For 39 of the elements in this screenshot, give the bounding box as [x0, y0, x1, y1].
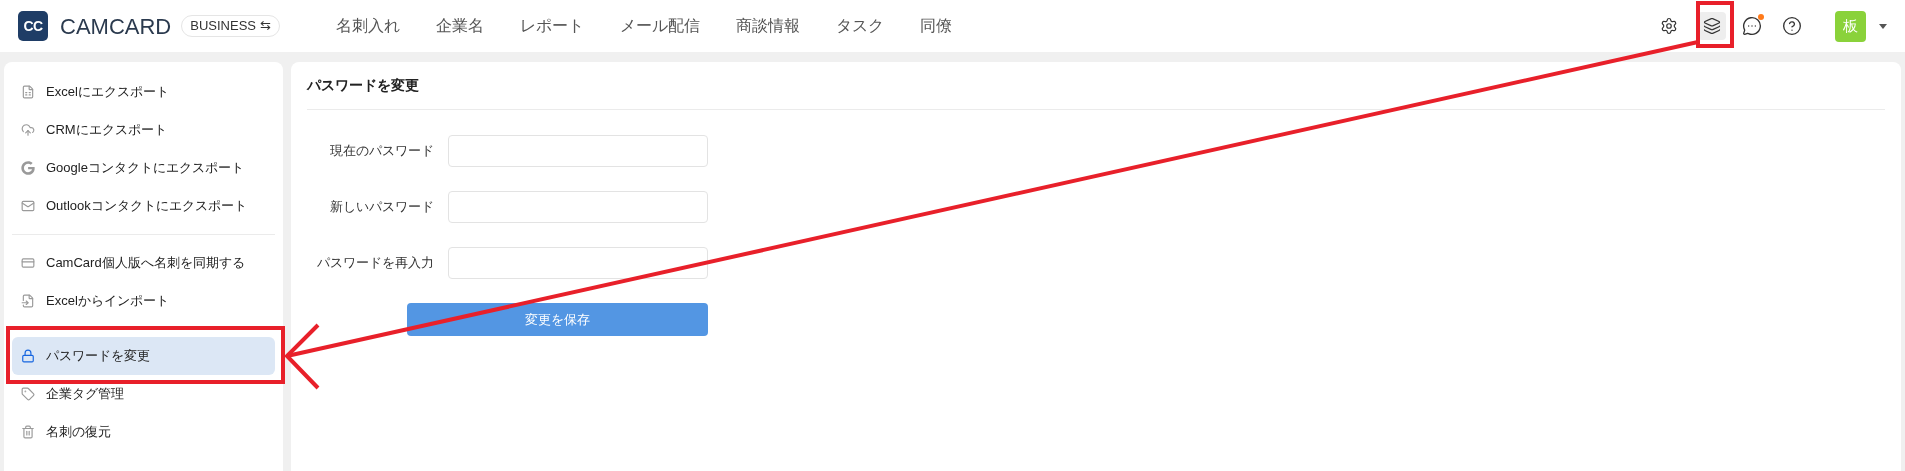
nav-tab[interactable]: 企業名: [435, 14, 484, 38]
logo: CC: [18, 11, 48, 41]
sidebar-item[interactable]: CRMにエクスポート: [12, 111, 275, 149]
sidebar-item[interactable]: Excelにエクスポート: [12, 73, 275, 111]
help-icon[interactable]: [1782, 16, 1802, 36]
cloud-upload-icon: [21, 123, 35, 137]
sidebar-item[interactable]: Outlookコンタクトにエクスポート: [12, 187, 275, 225]
sidebar-item[interactable]: 企業タグ管理: [12, 375, 275, 413]
nav-tab[interactable]: 同僚: [919, 14, 952, 38]
field-label: 現在のパスワード: [329, 142, 434, 161]
settings-icon[interactable]: [1660, 17, 1678, 35]
sidebar-item[interactable]: 名刺の復元: [12, 413, 275, 451]
sidebar-item[interactable]: CamCard個人版へ名刺を同期する: [12, 244, 275, 282]
caret-icon[interactable]: [1879, 23, 1887, 29]
g-letter-icon: [21, 161, 35, 175]
tag-icon: [21, 387, 35, 401]
mail-icon: [21, 199, 35, 213]
panel-title: パスワードを変更: [307, 62, 1885, 110]
sidebar-item[interactable]: Googleコンタクトにエクスポート: [12, 149, 275, 187]
lock-icon: [21, 349, 35, 363]
brand-name: CAMCARD: [60, 12, 172, 41]
nav-tab[interactable]: レポート: [519, 14, 584, 38]
nav-tab[interactable]: タスク: [835, 14, 884, 38]
card-icon: [21, 256, 35, 270]
trash-icon: [21, 425, 35, 439]
layers-button[interactable]: [1698, 12, 1726, 40]
field-label: 新しいパスワード: [329, 198, 434, 217]
password-field[interactable]: [448, 135, 708, 167]
nav-tab[interactable]: 商談情報: [735, 14, 800, 38]
sidebar-item[interactable]: パスワードを変更: [12, 337, 275, 375]
nav-tab[interactable]: 名刺入れ: [335, 14, 400, 38]
highlight-frame: [1696, 1, 1734, 48]
password-field[interactable]: [448, 191, 708, 223]
field-label: パスワードを再入力: [316, 254, 434, 273]
layers-icon: [1703, 17, 1721, 35]
chat-icon[interactable]: [1742, 16, 1762, 36]
sidebar-item[interactable]: Excelからインポート: [12, 282, 275, 320]
nav-tab[interactable]: メール配信: [619, 14, 700, 38]
password-field[interactable]: [448, 247, 708, 279]
